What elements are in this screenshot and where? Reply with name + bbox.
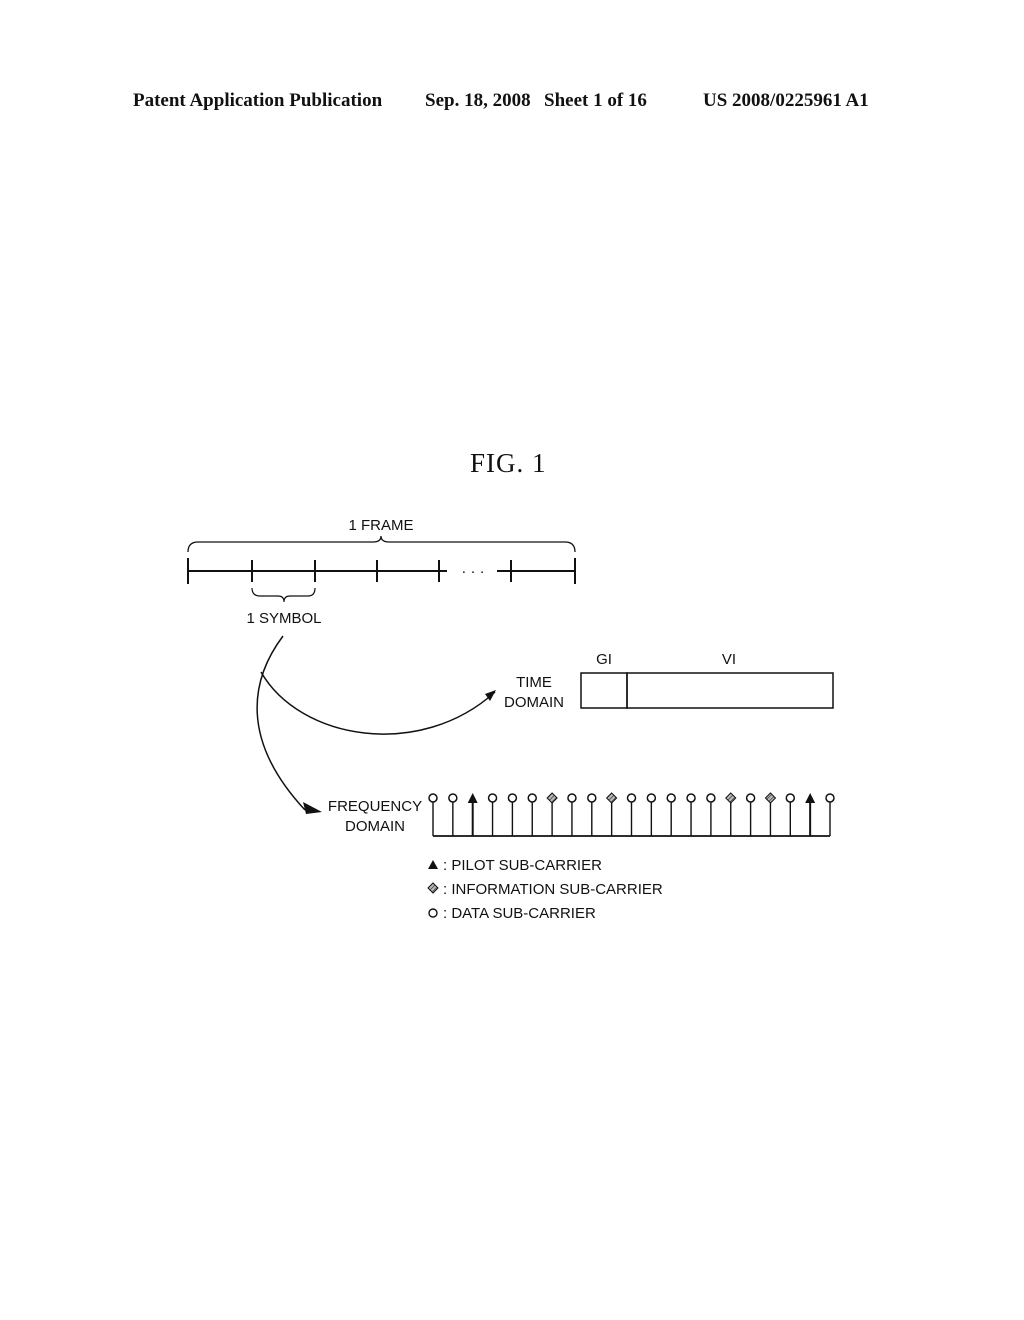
- subcarrier-data: [448, 793, 458, 836]
- pilot-subcarrier-icon: [467, 793, 478, 803]
- data-subcarrier-icon: [527, 793, 537, 803]
- frequency-domain-label-1: FREQUENCY: [328, 798, 422, 815]
- data-subcarrier-icon: [706, 793, 716, 803]
- subcarrier-information: [546, 792, 558, 836]
- timeline-ellipsis: · · ·: [461, 563, 484, 580]
- gi-label: GI: [596, 651, 612, 668]
- legend-information-label: : INFORMATION SUB-CARRIER: [443, 881, 663, 898]
- frame-label: 1 FRAME: [348, 517, 413, 534]
- time-domain-label-2: DOMAIN: [504, 694, 564, 711]
- subcarrier-information: [764, 792, 777, 836]
- subcarrier-pilot: [805, 793, 816, 836]
- arrow-head-frequency: [303, 802, 322, 814]
- data-subcarrier-icon: [785, 793, 796, 803]
- data-subcarrier-icon: [448, 793, 458, 803]
- data-subcarrier-icon: [686, 793, 696, 803]
- symbol-label: 1 SYMBOL: [246, 610, 321, 627]
- subcarrier-data: [428, 793, 438, 836]
- vi-label: VI: [722, 651, 736, 668]
- subcarrier-information: [725, 792, 737, 836]
- subcarrier-data: [587, 793, 597, 836]
- subcarrier-data: [666, 793, 676, 836]
- subcarrier-data: [706, 793, 716, 836]
- data-subcarrier-icon: [507, 793, 518, 803]
- subcarrier-group: [428, 792, 835, 836]
- legend-pilot-icon: [428, 860, 438, 869]
- information-subcarrier-icon: [725, 792, 737, 804]
- subcarrier-data: [507, 793, 518, 836]
- information-subcarrier-icon: [764, 792, 777, 804]
- information-subcarrier-icon: [605, 792, 618, 804]
- data-subcarrier-icon: [646, 793, 657, 803]
- data-subcarrier-icon: [487, 793, 498, 803]
- legend: : PILOT SUB-CARRIER : INFORMATION SUB-CA…: [427, 857, 663, 922]
- data-subcarrier-icon: [825, 793, 835, 803]
- data-subcarrier-icon: [567, 793, 577, 803]
- legend-pilot-label: : PILOT SUB-CARRIER: [443, 857, 602, 874]
- subcarrier-data: [785, 793, 796, 836]
- subcarrier-data: [686, 793, 696, 836]
- information-subcarrier-icon: [546, 792, 558, 804]
- frame-brace: [187, 535, 576, 553]
- subcarrier-data: [646, 793, 657, 836]
- vi-segment: [626, 672, 834, 709]
- frequency-domain-label-2: DOMAIN: [345, 818, 405, 835]
- frame-timeline: [187, 558, 576, 584]
- arrow-to-time-domain: [260, 671, 496, 735]
- arrow-to-frequency-domain: [256, 635, 306, 811]
- data-subcarrier-icon: [587, 793, 597, 803]
- subcarrier-data: [487, 793, 498, 836]
- data-subcarrier-icon: [428, 793, 438, 803]
- data-subcarrier-icon: [666, 793, 676, 803]
- gi-segment: [580, 672, 628, 709]
- subcarrier-data: [626, 793, 637, 836]
- subcarrier-data: [567, 793, 577, 836]
- figure-diagram: 1 FRAME · · · 1 SYMBOL TIME DOMAIN GI VI…: [187, 517, 835, 922]
- data-subcarrier-icon: [745, 793, 756, 803]
- subcarrier-information: [605, 792, 618, 836]
- symbol-brace: [251, 587, 316, 603]
- legend-data-icon: [428, 908, 438, 918]
- legend-information-icon: [427, 882, 439, 894]
- subcarrier-data: [527, 793, 537, 836]
- pilot-subcarrier-icon: [805, 793, 816, 803]
- subcarrier-data: [825, 793, 835, 836]
- subcarrier-data: [745, 793, 756, 836]
- subcarrier-pilot: [467, 793, 478, 836]
- time-domain-label-1: TIME: [516, 674, 552, 691]
- data-subcarrier-icon: [626, 793, 637, 803]
- legend-data-label: : DATA SUB-CARRIER: [443, 905, 596, 922]
